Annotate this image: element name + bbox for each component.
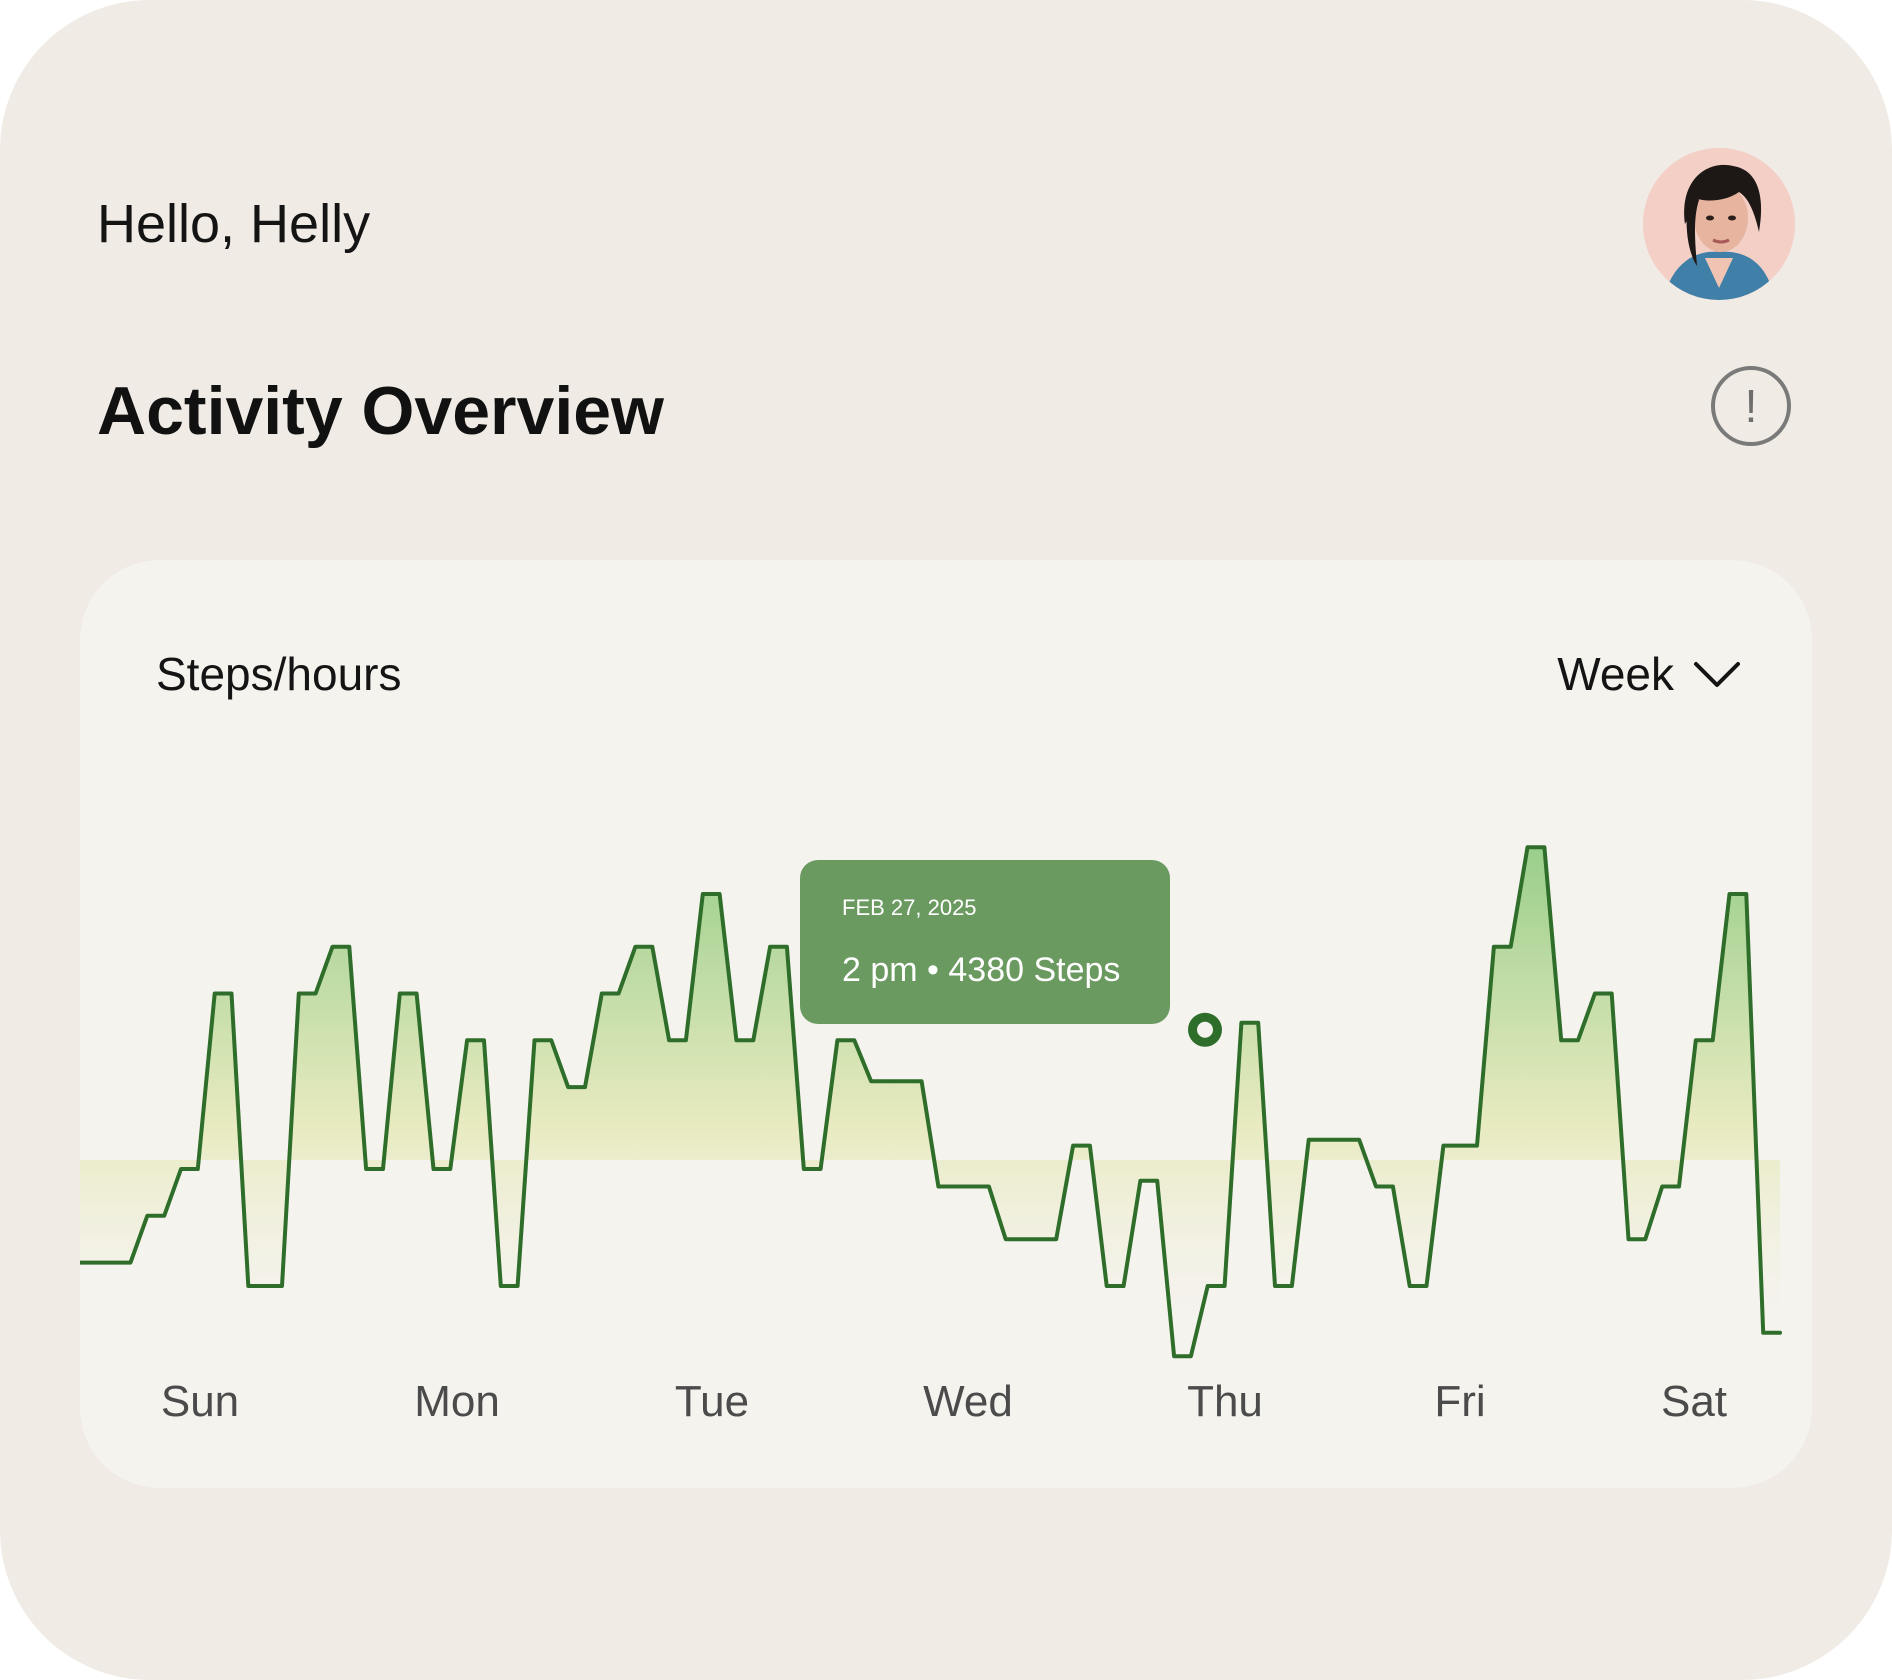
tooltip-value: 2 pm • 4380 Steps <box>842 951 1121 989</box>
app-frame: Hello, Helly Activity Overview ! Sun Mon T… <box>0 0 1892 1680</box>
avatar-image <box>1643 148 1795 300</box>
greeting: Hello, Helly <box>97 194 371 254</box>
info-button[interactable]: ! <box>1711 366 1791 446</box>
activity-card: Sun Mon Tue Wed Thu Fri Sat Steps/hours Week F… <box>80 560 1812 1488</box>
day-label-sat: Sat <box>1661 1377 1727 1426</box>
page-title: Activity Overview <box>97 373 664 449</box>
period-dropdown[interactable]: Week <box>1557 646 1742 702</box>
period-label: Week <box>1557 648 1674 700</box>
highlight-dot-center <box>1197 1021 1213 1038</box>
day-label-wed: Wed <box>923 1377 1013 1426</box>
avatar[interactable] <box>1643 148 1795 300</box>
chart-tooltip: FEB 27, 2025 2 pm • 4380 Steps <box>800 860 1170 1024</box>
info-icon: ! <box>1744 380 1758 432</box>
day-label-tue: Tue <box>675 1377 749 1426</box>
day-label-mon: Mon <box>414 1377 500 1426</box>
day-label-fri: Fri <box>1434 1377 1485 1426</box>
chevron-down-icon <box>1694 662 1740 687</box>
day-label-sun: Sun <box>161 1377 239 1426</box>
chart-title: Steps/hours <box>156 648 402 700</box>
day-label-thu: Thu <box>1187 1377 1263 1426</box>
tooltip-date: FEB 27, 2025 <box>842 895 977 920</box>
